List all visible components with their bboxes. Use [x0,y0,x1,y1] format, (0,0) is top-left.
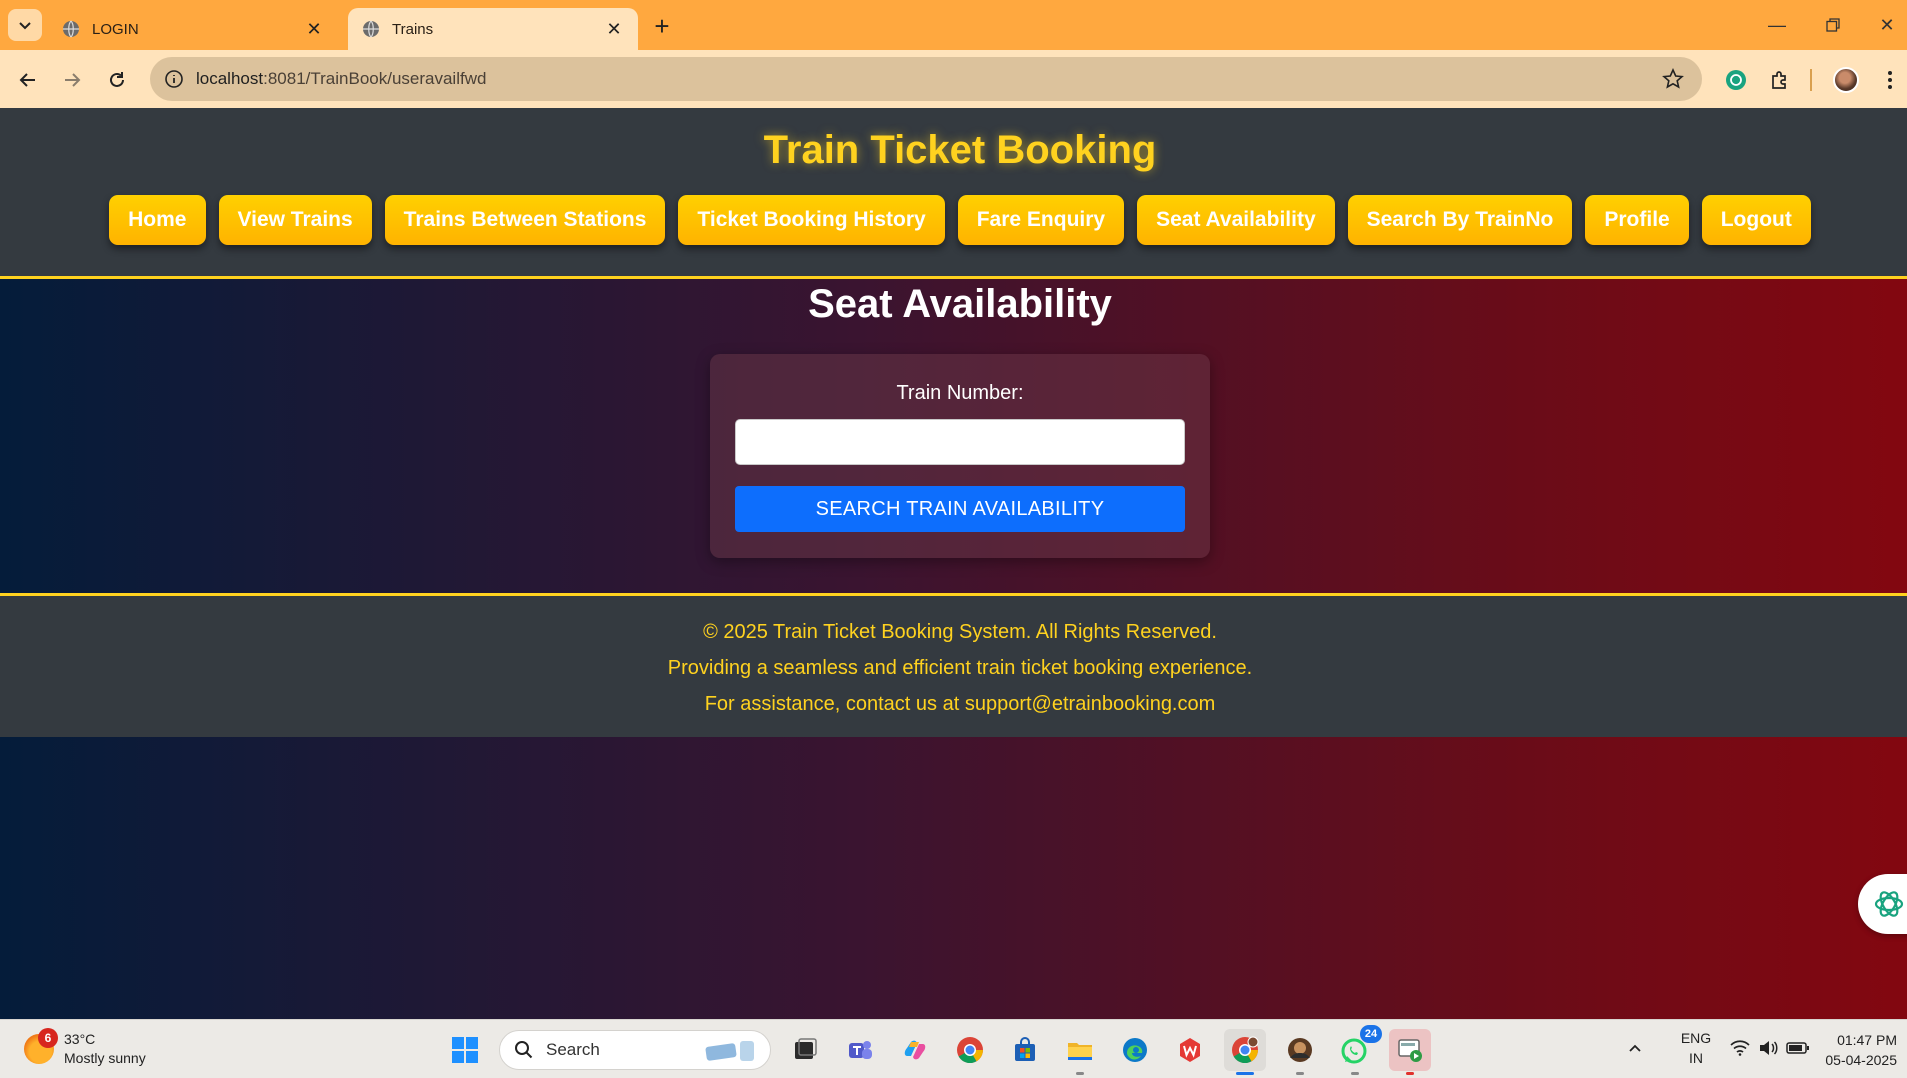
close-tab-icon[interactable]: ✕ [304,19,324,39]
battery-icon [1786,1042,1809,1054]
chevron-down-icon [19,22,31,30]
chrome-icon[interactable] [949,1029,991,1071]
train-number-label: Train Number: [896,382,1024,404]
nav-seat-availability[interactable]: Seat Availability [1137,195,1335,245]
tab-login[interactable]: LOGIN ✕ [48,8,338,50]
browser-toolbar: localhost:8081/TrainBook/useravailfwd [0,50,1907,108]
system-clock[interactable]: 01:47 PM 05-04-2025 [1825,1030,1897,1070]
search-availability-button[interactable]: SEARCH TRAIN AVAILABILITY [735,486,1185,532]
site-header: Train Ticket Booking Home View Trains Tr… [0,108,1907,279]
tab-title: LOGIN [92,20,139,38]
file-explorer-icon[interactable] [1059,1029,1101,1075]
close-tab-icon[interactable]: ✕ [604,19,624,39]
chatgpt-floating-icon[interactable] [1858,874,1907,934]
footer-copyright: © 2025 Train Ticket Booking System. All … [703,621,1217,643]
page-title: Seat Availability [808,282,1112,326]
address-bar[interactable]: localhost:8081/TrainBook/useravailfwd [150,57,1702,101]
nav-fare-enquiry[interactable]: Fare Enquiry [957,195,1125,245]
bookmark-star-icon[interactable] [1662,68,1684,90]
globe-icon [362,20,380,38]
nav-trains-between-stations[interactable]: Trains Between Stations [384,195,666,245]
footer-tagline: Providing a seamless and efficient train… [667,657,1253,679]
nav-logout[interactable]: Logout [1701,195,1811,245]
train-number-input[interactable] [735,419,1185,465]
chrome-profile-icon[interactable] [1224,1029,1266,1075]
weather-sun-icon: 6 [24,1028,58,1064]
search-highlight-icon [705,1041,754,1061]
taskbar-search-box[interactable]: Search [499,1030,771,1070]
tray-status-icons[interactable] [1730,1040,1810,1056]
search-icon [515,1041,533,1059]
site-title: Train Ticket Booking [763,128,1157,172]
system-tray: ENG IN [1620,1028,1810,1068]
nav-home[interactable]: Home [109,195,206,245]
clock-date: 05-04-2025 [1825,1052,1897,1068]
chatgpt-extension-icon[interactable] [1720,64,1752,96]
back-icon[interactable] [12,64,44,96]
new-tab-button[interactable]: + [648,11,676,41]
url-host: localhost [196,69,264,88]
weather-description: Mostly sunny [64,1050,146,1066]
tab-search-button[interactable] [8,9,42,41]
language-code: ENG [1680,1030,1712,1046]
running-indicator [1406,1072,1414,1075]
minimize-icon[interactable]: — [1757,10,1797,40]
wps-office-icon[interactable] [1169,1029,1211,1071]
weather-badge: 6 [38,1028,58,1048]
nav-search-by-trainno[interactable]: Search By TrainNo [1347,195,1573,245]
url-text: localhost:8081/TrainBook/useravailfwd [196,69,486,89]
region-code: IN [1689,1050,1703,1066]
language-indicator[interactable]: ENG IN [1676,1028,1716,1068]
weather-temperature: 33°C [64,1031,96,1047]
footer-contact: For assistance, contact us at support@et… [704,693,1216,715]
clock-time: 01:47 PM [1837,1032,1897,1048]
tab-title: Trains [392,20,434,38]
windows-taskbar: 6 33°C Mostly sunny Search 24 ENG IN 01:… [0,1019,1907,1078]
site-footer: © 2025 Train Ticket Booking System. All … [0,593,1907,737]
globe-icon [62,20,80,38]
tab-trains[interactable]: Trains ✕ [348,8,638,50]
extensions-puzzle-icon[interactable] [1764,64,1796,96]
weather-widget[interactable]: 6 33°C Mostly sunny [24,1028,146,1068]
taskbar-apps: Search 24 [444,1025,1431,1075]
teams-icon[interactable] [839,1029,881,1071]
edge-icon[interactable] [1114,1029,1156,1071]
windows-start-icon[interactable] [444,1029,486,1071]
page-content: Train Ticket Booking Home View Trains Tr… [0,108,1907,1019]
running-indicator [1236,1072,1254,1075]
wifi-icon [1730,1040,1750,1056]
kebab-menu-icon[interactable] [1874,64,1906,96]
site-info-icon[interactable] [164,69,184,89]
main-nav: Home View Trains Trains Between Stations… [0,195,1907,245]
whatsapp-badge: 24 [1360,1025,1382,1043]
restore-icon[interactable] [1813,10,1853,40]
taskbar-search-label: Search [546,1040,600,1059]
forward-icon[interactable] [56,64,88,96]
url-path: :8081/TrainBook/useravailfwd [263,69,487,88]
task-view-icon[interactable] [784,1029,826,1071]
whatsapp-icon[interactable]: 24 [1334,1025,1382,1075]
nav-ticket-booking-history[interactable]: Ticket Booking History [678,195,945,245]
app-avatar-icon[interactable] [1279,1029,1321,1075]
nav-view-trains[interactable]: View Trains [218,195,372,245]
toolbar-divider [1808,64,1814,96]
profile-avatar[interactable] [1830,64,1862,96]
window-close-icon[interactable]: ✕ [1867,10,1907,40]
show-hidden-icons-chevron-icon[interactable] [1620,1028,1650,1068]
running-indicator [1076,1072,1084,1075]
nav-profile[interactable]: Profile [1585,195,1689,245]
copilot-icon[interactable] [894,1029,936,1071]
microsoft-store-icon[interactable] [1004,1029,1046,1071]
screen-recorder-icon[interactable] [1389,1029,1431,1075]
reload-icon[interactable] [101,64,133,96]
volume-icon [1760,1041,1778,1055]
browser-tab-strip: LOGIN ✕ Trains ✕ + — ✕ [0,0,1907,50]
seat-availability-form: Train Number: SEARCH TRAIN AVAILABILITY [710,354,1210,558]
running-indicator [1296,1072,1304,1075]
running-indicator [1351,1072,1359,1075]
